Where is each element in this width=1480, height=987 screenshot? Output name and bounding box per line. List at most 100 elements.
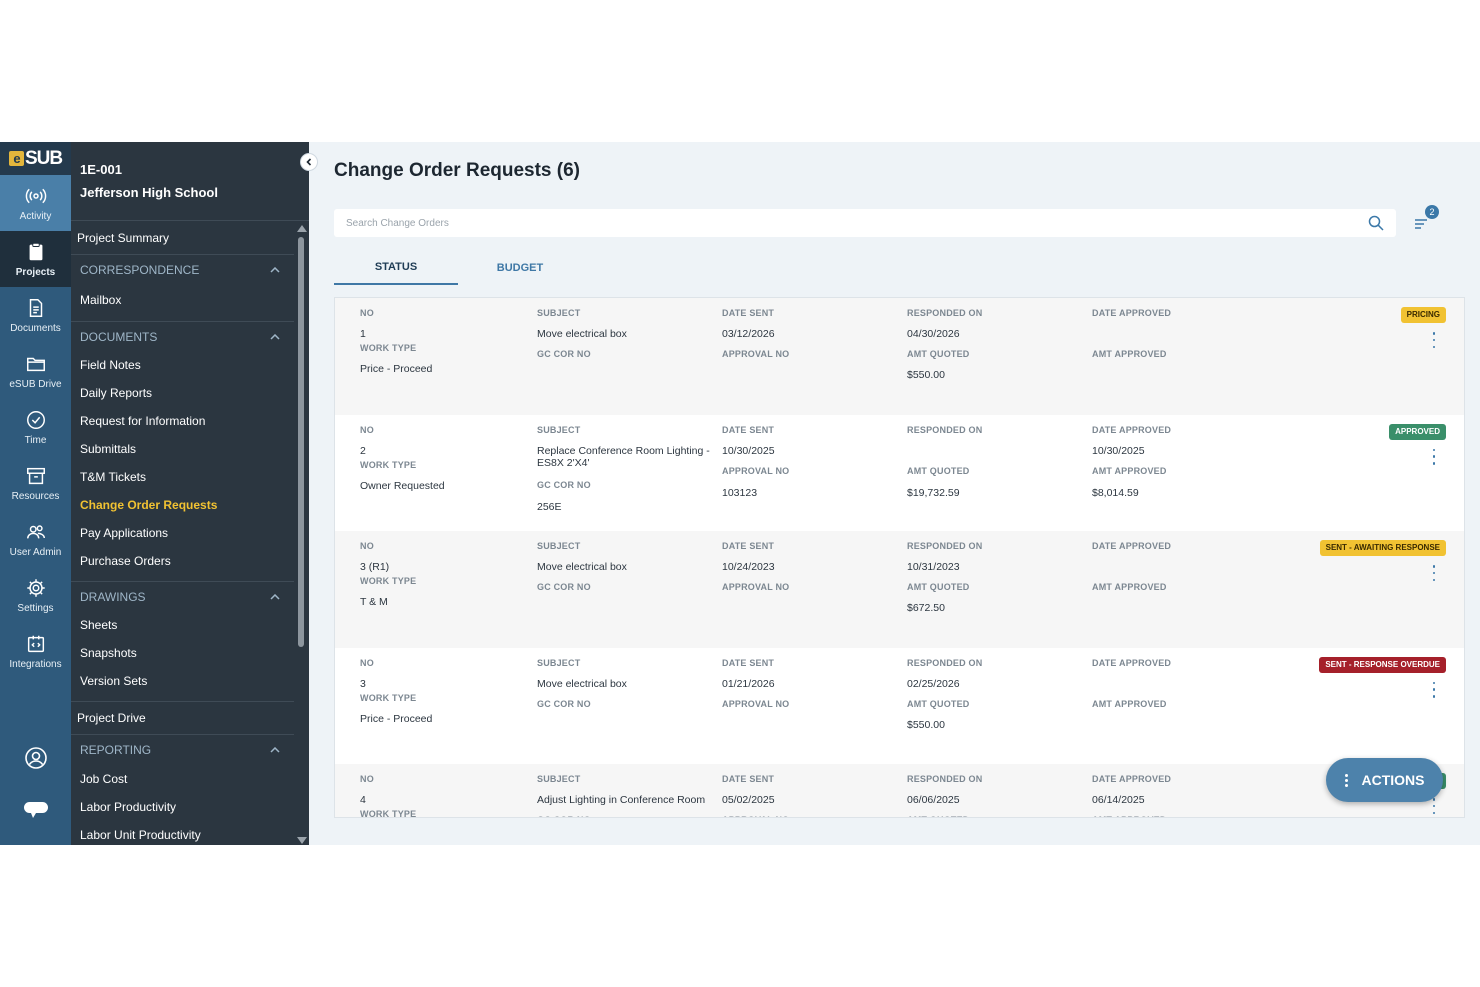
label-no: NO bbox=[360, 774, 374, 784]
nav-section-correspondence[interactable]: CORRESPONDENCE bbox=[71, 255, 294, 285]
activity-icon bbox=[25, 188, 46, 203]
search-icon[interactable] bbox=[1368, 215, 1384, 231]
nav-purchase-orders[interactable]: Purchase Orders bbox=[71, 547, 294, 575]
nav-pay-applications[interactable]: Pay Applications bbox=[71, 519, 294, 547]
nav-submittals[interactable]: Submittals bbox=[71, 435, 294, 463]
tab-budget[interactable]: BUDGET bbox=[458, 250, 582, 285]
label-date-sent: DATE SENT bbox=[722, 657, 775, 668]
value-date-approved: 06/14/2025 bbox=[1092, 794, 1145, 806]
filter-button[interactable]: 2 bbox=[1413, 205, 1441, 236]
nav-tm-tickets[interactable]: T&M Tickets bbox=[71, 463, 294, 491]
search-box[interactable] bbox=[334, 209, 1396, 237]
label-no: NO bbox=[360, 541, 374, 551]
value-subject: Move electrical box bbox=[537, 328, 627, 340]
label-approval-no: APPROVAL NO bbox=[722, 465, 790, 476]
rail-item-resources[interactable]: Resources bbox=[0, 455, 71, 511]
label-amt-approved: AMT APPROVED bbox=[1092, 698, 1167, 709]
label-date-sent: DATE SENT bbox=[722, 308, 775, 318]
project-code: 1E-001 bbox=[80, 162, 122, 177]
change-order-row[interactable]: NO 2 WORK TYPE Owner Requested SUBJECT Replac… bbox=[335, 415, 1464, 532]
nav-labor-unit-productivity[interactable]: Labor Unit Productivity bbox=[71, 821, 294, 845]
row-menu-button[interactable] bbox=[1430, 332, 1438, 348]
row-menu-button[interactable] bbox=[1430, 798, 1438, 814]
collapse-sidebar-button[interactable] bbox=[300, 153, 318, 171]
value-date-sent: 10/30/2025 bbox=[722, 444, 775, 457]
chevron-up-icon bbox=[270, 333, 280, 340]
row-menu-button[interactable] bbox=[1430, 681, 1438, 698]
integration-icon bbox=[27, 635, 44, 652]
status-badge: SENT - AWAITING RESPONSE bbox=[1319, 540, 1446, 556]
label-amt-quoted: AMT QUOTED bbox=[907, 815, 970, 817]
box-icon bbox=[26, 467, 45, 484]
value-date-sent: 03/12/2026 bbox=[722, 328, 775, 340]
rail-item-time[interactable]: Time bbox=[0, 399, 71, 455]
value-no: 4 bbox=[360, 794, 366, 806]
value-responded-on: 04/30/2026 bbox=[907, 328, 960, 340]
scroll-up-arrow[interactable] bbox=[297, 225, 307, 232]
nav-project-drive[interactable]: Project Drive bbox=[71, 701, 294, 735]
value-amt-approved: $8,014.59 bbox=[1092, 486, 1139, 499]
document-icon bbox=[29, 298, 42, 317]
value-work-type: T & M bbox=[360, 596, 388, 608]
user-profile-button[interactable] bbox=[0, 746, 71, 770]
rail-item-integrations[interactable]: Integrations bbox=[0, 623, 71, 679]
change-order-row[interactable]: NO 4 WORK TYPE SUBJECT Adjust Lighting in Co… bbox=[335, 764, 1464, 817]
nav-daily-reports[interactable]: Daily Reports bbox=[71, 379, 294, 407]
user-circle-icon bbox=[24, 747, 47, 769]
row-menu-button[interactable] bbox=[1430, 565, 1438, 581]
users-icon bbox=[26, 524, 45, 538]
nav-section-reporting[interactable]: REPORTING bbox=[71, 735, 294, 765]
change-order-row[interactable]: NO 3 (R1) WORK TYPE T & M SUBJECT Move electr… bbox=[335, 531, 1464, 648]
label-gc-cor-no: GC COR NO bbox=[537, 479, 591, 490]
nav-project-summary[interactable]: Project Summary bbox=[71, 221, 294, 255]
label-work-type: WORK TYPE bbox=[360, 459, 417, 470]
label-responded-on: RESPONDED ON bbox=[907, 774, 983, 784]
label-responded-on: RESPONDED ON bbox=[907, 424, 983, 435]
nav-section-drawings[interactable]: DRAWINGS bbox=[71, 581, 294, 611]
value-no: 3 bbox=[360, 677, 366, 690]
nav-rfi[interactable]: Request for Information bbox=[71, 407, 294, 435]
rail-item-user-admin[interactable]: User Admin bbox=[0, 511, 71, 567]
rail-item-projects[interactable]: Projects bbox=[0, 231, 71, 287]
nav-labor-productivity[interactable]: Labor Productivity bbox=[71, 793, 294, 821]
rail-item-activity[interactable]: Activity bbox=[0, 175, 71, 231]
row-menu-button[interactable] bbox=[1430, 448, 1438, 465]
value-work-type: Price - Proceed bbox=[360, 363, 433, 375]
nav-section-documents[interactable]: DOCUMENTS bbox=[71, 321, 294, 351]
nav-change-order-requests[interactable]: Change Order Requests bbox=[71, 491, 294, 519]
value-no: 2 bbox=[360, 444, 366, 457]
change-order-list: NO 1 WORK TYPE Price - Proceed SUBJECT Move e… bbox=[334, 297, 1465, 818]
search-input[interactable] bbox=[346, 217, 1368, 229]
label-amt-approved: AMT APPROVED bbox=[1092, 465, 1167, 476]
nav-field-notes[interactable]: Field Notes bbox=[71, 351, 294, 379]
kebab-icon bbox=[1344, 773, 1348, 788]
nav-job-cost[interactable]: Job Cost bbox=[71, 765, 294, 793]
sidebar-scrollbar[interactable] bbox=[294, 221, 309, 845]
change-order-row[interactable]: NO 3 WORK TYPE Price - Proceed SUBJECT Move e… bbox=[335, 648, 1464, 765]
nav-mailbox[interactable]: Mailbox bbox=[71, 285, 294, 315]
label-approval-no: APPROVAL NO bbox=[722, 815, 789, 817]
nav-version-sets[interactable]: Version Sets bbox=[71, 667, 294, 695]
label-amt-approved: AMT APPROVED bbox=[1092, 349, 1167, 359]
tab-status[interactable]: STATUS bbox=[334, 250, 458, 285]
scroll-thumb[interactable] bbox=[298, 237, 304, 647]
rail-item-esub-drive[interactable]: eSUB Drive bbox=[0, 343, 71, 399]
label-amt-quoted: AMT QUOTED bbox=[907, 582, 970, 592]
chat-icon bbox=[23, 802, 48, 818]
scroll-down-arrow[interactable] bbox=[297, 837, 307, 844]
rail-item-documents[interactable]: Documents bbox=[0, 287, 71, 343]
chat-button[interactable] bbox=[0, 800, 71, 820]
value-amt-quoted: $672.50 bbox=[907, 602, 945, 614]
rail-item-settings[interactable]: Settings bbox=[0, 567, 71, 623]
value-no: 1 bbox=[360, 328, 366, 340]
chevron-up-icon bbox=[270, 267, 280, 273]
gear-icon bbox=[26, 578, 45, 597]
nav-sheets[interactable]: Sheets bbox=[71, 611, 294, 639]
page-title: Change Order Requests (6) bbox=[334, 160, 580, 181]
actions-button[interactable]: ACTIONS bbox=[1326, 758, 1443, 802]
change-order-row[interactable]: NO 1 WORK TYPE Price - Proceed SUBJECT Move e… bbox=[335, 298, 1464, 415]
nav-snapshots[interactable]: Snapshots bbox=[71, 639, 294, 667]
value-amt-quoted: $550.00 bbox=[907, 369, 945, 381]
project-sidebar: 1E-001 Jefferson High School Project Sum… bbox=[71, 142, 318, 845]
label-subject: SUBJECT bbox=[537, 424, 581, 435]
